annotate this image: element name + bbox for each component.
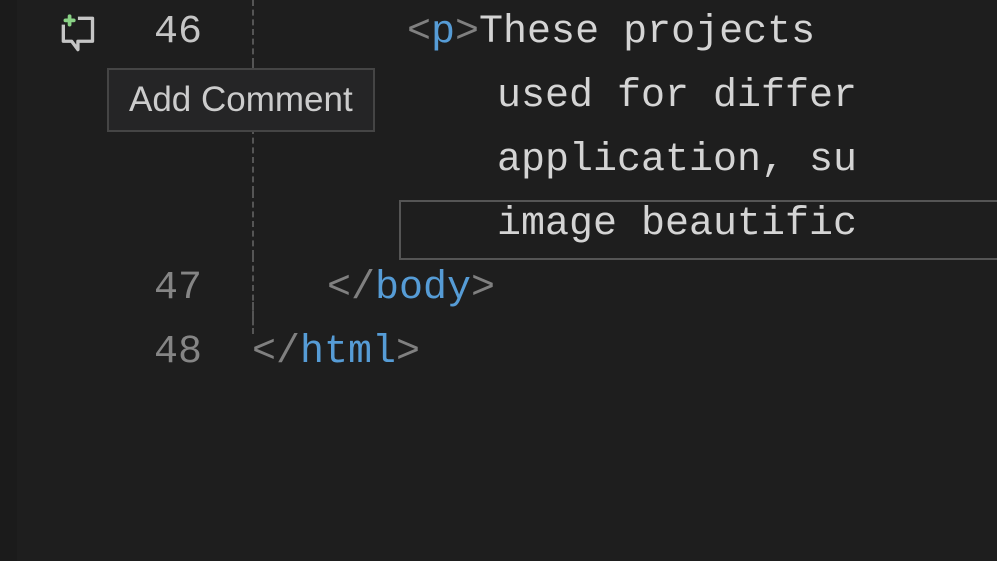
code-line[interactable]: 47 </body> xyxy=(17,256,997,320)
text: image beautific xyxy=(497,202,857,247)
tag-html: html xyxy=(300,330,396,375)
text: application, su xyxy=(497,138,857,183)
tag-body: body xyxy=(375,266,471,311)
code-content[interactable]: application, su xyxy=(327,138,857,183)
indent-guide xyxy=(252,0,327,64)
line-number[interactable]: 47 xyxy=(17,266,252,311)
code-content[interactable]: </html> xyxy=(252,330,420,375)
code-line[interactable]: 48 </html> xyxy=(17,320,997,384)
code-content[interactable]: used for differ xyxy=(327,74,857,119)
text: used for differ xyxy=(497,74,857,119)
indent-guide xyxy=(252,192,327,256)
code-line[interactable]: 46 <p>These projects xyxy=(17,0,997,64)
tooltip-label: Add Comment xyxy=(129,80,353,119)
code-content[interactable]: <p>These projects xyxy=(327,10,815,55)
code-line-wrap[interactable]: application, su xyxy=(17,128,997,192)
tag-p: p xyxy=(431,10,455,55)
code-content[interactable]: image beautific xyxy=(327,202,857,247)
text: These projects xyxy=(479,10,815,55)
bracket: > xyxy=(396,330,420,375)
tooltip-add-comment: Add Comment xyxy=(107,68,375,132)
bracket: </ xyxy=(252,330,300,375)
line-number[interactable]: 46 xyxy=(17,10,252,55)
line-number[interactable]: 48 xyxy=(17,330,252,375)
code-editor[interactable]: Add Comment 46 <p>These projects used fo… xyxy=(0,0,997,561)
bracket: > xyxy=(471,266,495,311)
indent-guide xyxy=(252,128,327,192)
bracket: </ xyxy=(327,266,375,311)
indent-guide xyxy=(252,256,327,320)
bracket: > xyxy=(455,10,479,55)
bracket: < xyxy=(407,10,431,55)
code-content[interactable]: </body> xyxy=(327,266,495,311)
add-comment-icon[interactable] xyxy=(55,10,105,73)
glyph-margin xyxy=(0,0,17,561)
code-line-wrap[interactable]: image beautific xyxy=(17,192,997,256)
